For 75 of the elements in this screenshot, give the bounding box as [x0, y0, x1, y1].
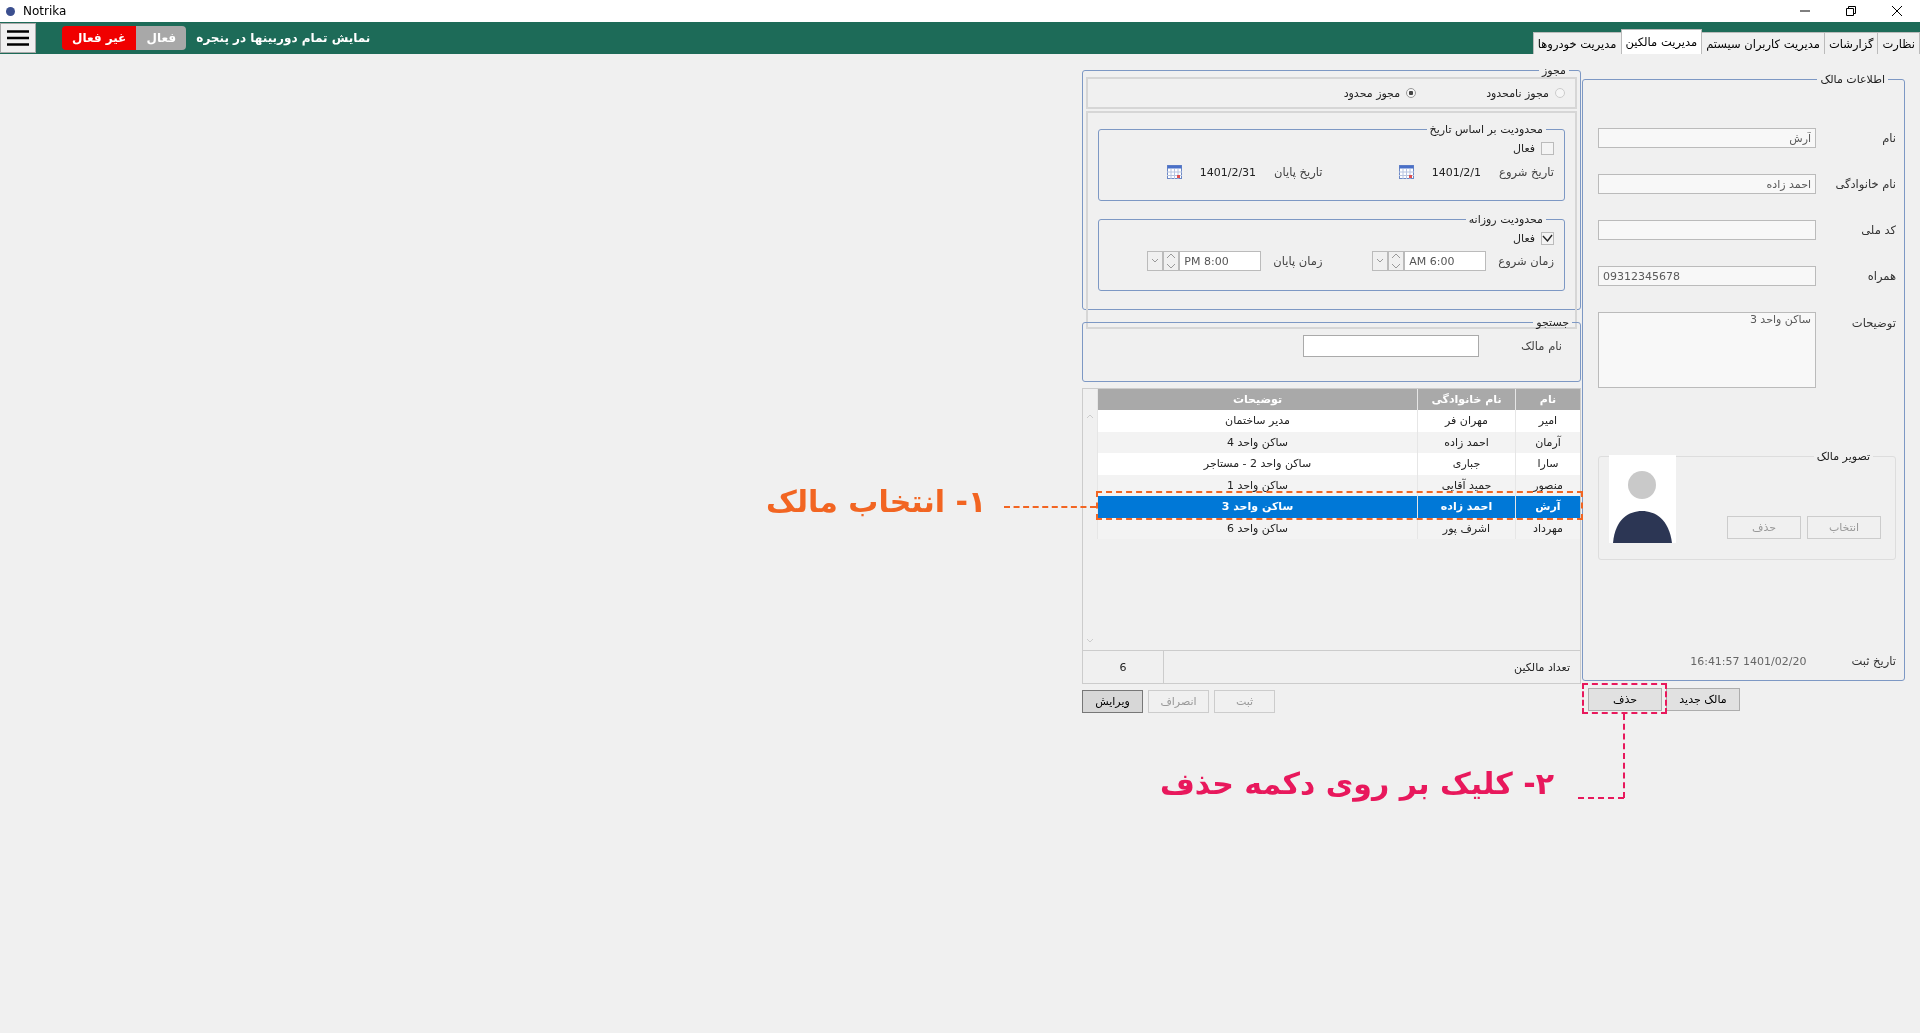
time-field[interactable]: PM 8:00	[1179, 251, 1262, 271]
table-cell: جباری	[1417, 453, 1515, 475]
group-title: مجوز	[1540, 64, 1567, 77]
field-label: تاریخ شروع	[1499, 165, 1554, 179]
restore-icon[interactable]	[1845, 5, 1857, 17]
field-label: کد ملی	[1860, 223, 1896, 237]
date-field[interactable]: 1401/2/1	[1392, 161, 1488, 183]
group-title: تصویر مالک	[1815, 450, 1871, 463]
radio-option[interactable]: مجوز نامحدود	[1486, 86, 1565, 100]
annotation-text: ۱- انتخاب مالک	[766, 484, 987, 519]
dropdown-icon[interactable]	[1372, 251, 1389, 271]
menu-icon	[7, 30, 29, 46]
field-label: همراه	[1866, 269, 1896, 283]
field-label: نام مالک	[1521, 339, 1562, 353]
table-cell: مدیر ساختمان	[1097, 410, 1417, 432]
table-row[interactable]: آرش احمد زاده ساکن واحد 3	[1097, 496, 1580, 518]
tab[interactable]: گزارشات	[1823, 32, 1879, 54]
field-label: تاریخ ثبت	[1851, 654, 1896, 668]
input-field[interactable]: 09312345678	[1598, 266, 1816, 286]
spin-icon[interactable]	[1163, 251, 1180, 271]
group-title: جستجو	[1534, 316, 1570, 329]
tab[interactable]: مدیریت مالکین	[1620, 29, 1703, 54]
time-field[interactable]: AM 6:00	[1404, 251, 1487, 271]
annotation-text: ۲- کلیک بر روی دکمه حذف	[1160, 766, 1554, 801]
toggle-option[interactable]: غیر فعال	[62, 26, 137, 50]
tab[interactable]: نظارت	[1877, 32, 1920, 54]
checkbox-option[interactable]: فعال	[1111, 142, 1554, 155]
search-field[interactable]	[1303, 335, 1480, 357]
menu-button[interactable]	[0, 23, 36, 53]
group-title: محدودیت بر اساس تاریخ	[1428, 123, 1544, 136]
group-title: محدودیت روزانه	[1467, 213, 1544, 226]
field-label: زمان شروع	[1498, 254, 1554, 268]
table-cell: اشرف پور	[1417, 517, 1515, 539]
table-cell: مهرداد	[1515, 517, 1580, 539]
owner-button[interactable]: حذف	[1588, 688, 1662, 711]
table-cell: امیر	[1515, 410, 1580, 432]
table-cell: سارا	[1515, 453, 1580, 475]
scroll-down-icon[interactable]	[1086, 638, 1094, 644]
table-cell: ساکن واحد 3	[1097, 496, 1417, 518]
field-label: نام خانوادگی	[1834, 177, 1896, 191]
field-label: زمان پایان	[1273, 254, 1323, 268]
checkbox-option[interactable]: فعال	[1111, 232, 1554, 245]
tab[interactable]: مدیریت خودروها	[1532, 32, 1622, 54]
tab[interactable]: مدیریت کاربران سیستم	[1701, 32, 1825, 54]
scroll-up-icon[interactable]	[1086, 413, 1094, 419]
field-label: نام	[1881, 131, 1896, 145]
table-cell: ساکن واحد 6	[1097, 517, 1417, 539]
field-label: توضیحات	[1850, 316, 1896, 330]
table-row[interactable]: سارا جباری ساکن واحد 2 - مستاجر	[1097, 453, 1580, 475]
count-value: 6	[1083, 651, 1164, 683]
window-title: Notrika	[23, 4, 67, 18]
registration-date: 16:41:57 1401/02/20	[1690, 654, 1807, 668]
field-label: تاریخ پایان	[1274, 165, 1323, 179]
input-field[interactable]: احمد زاده	[1598, 174, 1816, 194]
calendar-icon	[1398, 165, 1414, 179]
table-cell: ساکن واحد 2 - مستاجر	[1097, 453, 1417, 475]
calendar-icon	[1166, 165, 1182, 179]
action-button[interactable]: ویرایش	[1082, 690, 1143, 713]
toolbar-caption: نمایش تمام دوربینها در پنجره	[196, 31, 371, 45]
app-icon	[6, 6, 15, 16]
dropdown-icon[interactable]	[1147, 251, 1164, 271]
group-title: اطلاعات مالک	[1819, 73, 1886, 86]
table-cell: مهران فر	[1417, 410, 1515, 432]
input-field[interactable]: آرش	[1598, 128, 1816, 148]
input-field[interactable]	[1598, 220, 1816, 240]
spin-icon[interactable]	[1388, 251, 1405, 271]
close-icon[interactable]	[1891, 5, 1903, 17]
table-cell: احمد زاده	[1417, 496, 1515, 518]
notes-field[interactable]: ساکن واحد 3	[1598, 312, 1816, 388]
owner-button[interactable]: مالک جدید	[1666, 688, 1740, 711]
date-field[interactable]: 1401/2/31	[1160, 161, 1263, 183]
radio-option[interactable]: مجوز محدود	[1343, 86, 1417, 100]
table-row[interactable]: امیر مهران فر مدیر ساختمان	[1097, 410, 1580, 432]
table-cell: آرش	[1515, 496, 1580, 518]
count-label: تعداد مالکین	[1513, 660, 1571, 674]
